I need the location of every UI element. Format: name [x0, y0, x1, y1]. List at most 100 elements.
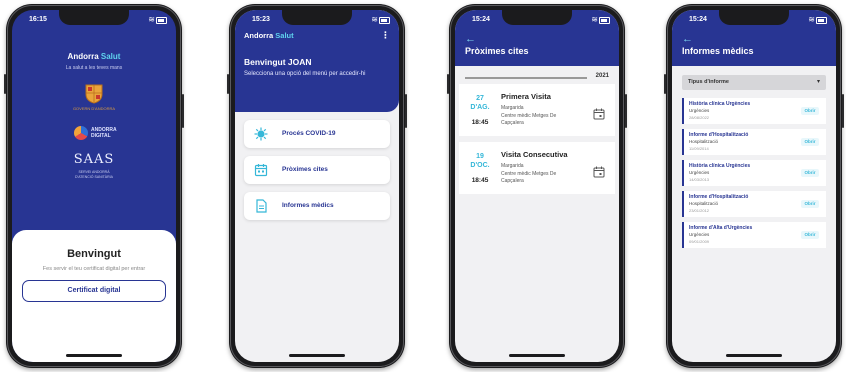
- appointment-day: 19: [476, 153, 484, 160]
- report-row[interactable]: Història clínica Urgències Urgències 28/…: [682, 98, 826, 124]
- chevron-down-icon: ▾: [816, 79, 820, 85]
- phone-side-button: [405, 94, 407, 128]
- phone-side-button: [227, 74, 229, 94]
- open-report-button[interactable]: Obrir: [801, 138, 819, 146]
- appointment-time: 18:45: [471, 119, 489, 126]
- greeting: Benvingut JOAN: [244, 57, 312, 67]
- appointment-card[interactable]: 19 D'OC. 18:45 Visita Consecutiva Margar…: [459, 142, 615, 194]
- appointments-screen: ← Pròximes cites 15:24 ≋ 2021 27 D'AG. 1…: [455, 10, 619, 362]
- app-brand-part-a: Andorra: [244, 31, 276, 40]
- open-report-button[interactable]: Obrir: [801, 200, 819, 208]
- menu-item-appointments-label: Pròximes cites: [282, 166, 328, 173]
- page-title: Pròximes cites: [465, 46, 529, 56]
- open-report-button[interactable]: Obrir: [801, 107, 819, 115]
- report-date: 11/09/2014: [689, 146, 709, 151]
- add-to-calendar-icon[interactable]: [593, 108, 605, 120]
- andorra-digital-line-2: DIGITAL: [91, 133, 111, 139]
- add-to-calendar-icon[interactable]: [593, 166, 605, 178]
- phone-home: Andorra Salut ⋮ Benvingut JOAN Seleccion…: [227, 4, 407, 368]
- report-row[interactable]: Informe d'Alta d'Urgències Urgències 09/…: [682, 222, 826, 248]
- report-row[interactable]: Història clínica Urgències Urgències 14/…: [682, 160, 826, 186]
- back-arrow-icon[interactable]: ←: [465, 34, 476, 45]
- report-type-select[interactable]: Tipus d'informe ▾: [682, 75, 826, 90]
- menu-item-covid-label: Procés COVID-19: [282, 130, 336, 137]
- phone-side-button: [625, 94, 627, 128]
- status-time: 15:24: [472, 16, 490, 23]
- phone-notch: [502, 10, 572, 25]
- report-type-value: Tipus d'informe: [688, 79, 729, 85]
- appointment-title: Visita Consecutiva: [501, 150, 568, 159]
- phone-side-button: [182, 94, 184, 128]
- phone-notch: [719, 10, 789, 25]
- appointment-card[interactable]: 27 D'AG. 18:45 Primera Visita Margarida …: [459, 84, 615, 136]
- welcome-heading: Benvingut: [67, 248, 121, 260]
- report-title: Informe d'Alta d'Urgències: [689, 225, 753, 231]
- appointment-date: 27 D'AG.: [468, 94, 492, 112]
- phone-notch: [282, 10, 352, 25]
- digital-certificate-button[interactable]: Certificat digital: [22, 280, 166, 302]
- report-service: Urgències: [689, 170, 710, 175]
- report-service: Urgències: [689, 232, 710, 237]
- menu-item-covid[interactable]: Procés COVID-19: [244, 120, 390, 148]
- report-title: Informe d'Hospitalització: [689, 194, 749, 200]
- app-tagline: La salut a les teves mans: [65, 65, 123, 71]
- report-date: 23/01/2012: [689, 208, 710, 213]
- appointment-time: 18:45: [471, 177, 489, 184]
- appointment-place: Centre mèdic Metges De Capçalera: [501, 171, 557, 184]
- status-time: 15:24: [689, 16, 707, 23]
- report-date: 28/08/2022: [689, 115, 710, 120]
- battery-icon: [816, 17, 827, 24]
- phone-notch: [59, 10, 129, 25]
- wifi-icon: ≋: [371, 15, 378, 24]
- wifi-icon: ≋: [808, 15, 815, 24]
- appointment-place: Centre mèdic Metges De Capçalera: [501, 113, 557, 126]
- open-report-button[interactable]: Obrir: [801, 169, 819, 177]
- report-service: Urgències: [689, 108, 710, 113]
- wifi-icon: ≋: [591, 15, 598, 24]
- report-row[interactable]: Informe d'Hospitalització Hospitalitzaci…: [682, 191, 826, 217]
- government-coat-of-arms-icon: [85, 84, 103, 104]
- reports-screen: ← Informes mèdics 15:24 ≋ Tipus d'inform…: [672, 10, 836, 362]
- appointment-person: Margarida: [501, 105, 524, 111]
- andorra-digital-logo-icon: [74, 126, 88, 140]
- phone-appointments: ← Pròximes cites 15:24 ≋ 2021 27 D'AG. 1…: [447, 4, 627, 368]
- menu-item-reports-label: Informes mèdics: [282, 202, 334, 209]
- app-brand: Andorra Salut: [244, 31, 294, 40]
- appointment-month: D'AG.: [470, 104, 490, 111]
- back-arrow-icon[interactable]: ←: [682, 34, 693, 45]
- login-screen: 16:15 ≋ Andorra Salut La salut a les tev…: [12, 10, 176, 362]
- report-title: Història clínica Urgències: [689, 163, 751, 169]
- calendar-icon: [254, 164, 268, 177]
- home-indicator[interactable]: [66, 354, 122, 357]
- andorra-digital-text: ANDORRA DIGITAL: [91, 127, 117, 139]
- phone-reports: ← Informes mèdics 15:24 ≋ Tipus d'inform…: [664, 4, 844, 368]
- year-label: 2021: [595, 73, 609, 79]
- open-report-button[interactable]: Obrir: [801, 231, 819, 239]
- virus-icon: [254, 127, 268, 141]
- status-time: 15:23: [252, 16, 270, 23]
- app-title-part-a: Andorra: [67, 52, 101, 61]
- battery-icon: [156, 17, 167, 24]
- report-service: Hospitalització: [689, 139, 719, 144]
- menu-item-reports[interactable]: Informes mèdics: [244, 192, 390, 220]
- menu-item-appointments[interactable]: Pròximes cites: [244, 156, 390, 184]
- wifi-icon: ≋: [148, 15, 155, 24]
- menu-prompt: Selecciona una opció del menú per accedi…: [244, 71, 366, 77]
- home-indicator[interactable]: [289, 354, 345, 357]
- report-row[interactable]: Informe d'Hospitalització Hospitalitzaci…: [682, 129, 826, 155]
- appointment-title: Primera Visita: [501, 92, 551, 101]
- home-indicator[interactable]: [726, 354, 782, 357]
- document-icon: [256, 199, 267, 213]
- status-time: 16:15: [29, 16, 47, 23]
- sas-logo-text: SAAS: [73, 152, 115, 167]
- more-menu-icon[interactable]: ⋮: [381, 31, 390, 40]
- government-caption: GOVERN D'ANDORRA: [72, 106, 116, 111]
- page-title: Informes mèdics: [682, 46, 754, 56]
- battery-icon: [379, 17, 390, 24]
- appointment-date: 19 D'OC.: [468, 152, 492, 170]
- appointment-day: 27: [476, 95, 484, 102]
- report-date: 14/03/2013: [689, 177, 710, 182]
- sas-subtitle: SERVEI ANDORRÀ D'ATENCIÓ SANITÀRIA: [12, 170, 176, 180]
- home-indicator[interactable]: [509, 354, 565, 357]
- report-service: Hospitalització: [689, 201, 719, 206]
